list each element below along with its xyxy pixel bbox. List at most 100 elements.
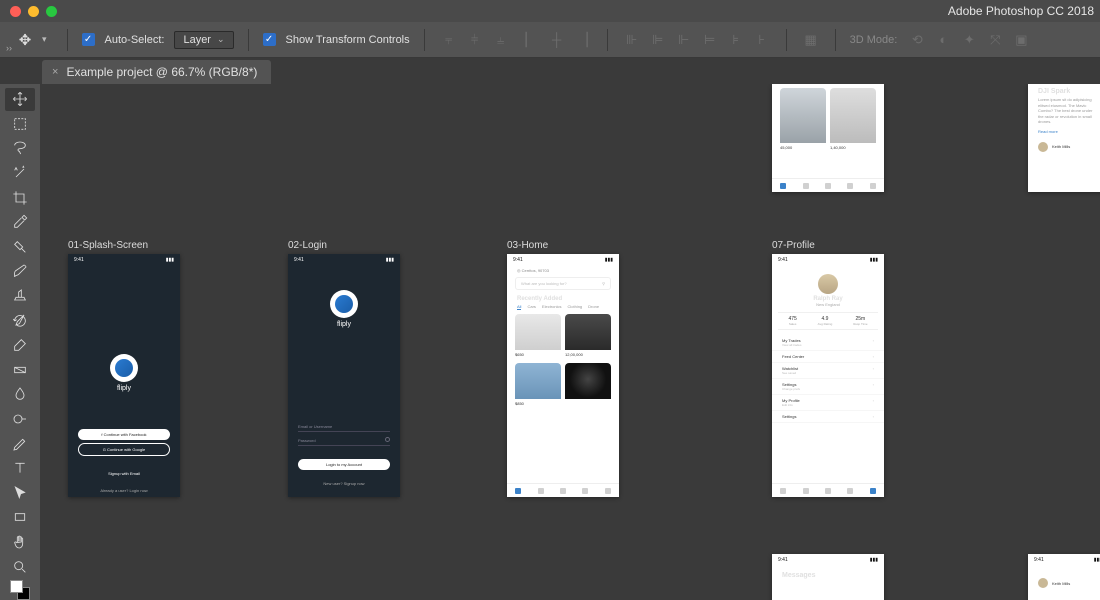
3d-pan-icon[interactable]: ✦: [959, 30, 979, 50]
product-card[interactable]: 12,00,000: [565, 314, 611, 359]
lasso-tool[interactable]: [5, 137, 35, 160]
pen-tool[interactable]: [5, 432, 35, 455]
tab-2-icon[interactable]: [538, 488, 544, 494]
profile-row-feed[interactable]: Feed Center›: [772, 351, 884, 363]
seller-row[interactable]: Keith Mills: [1028, 138, 1100, 156]
tab-1-icon[interactable]: [780, 488, 786, 494]
signup-now-link[interactable]: New user? Signup now: [288, 481, 400, 486]
artboard-partial-detail[interactable]: DJI Spark Lorem ipsum sit do adipisicing…: [1028, 84, 1100, 192]
artboard-login[interactable]: 9:41▮▮▮ fliply Email or Username Passwor…: [288, 254, 400, 497]
artboard-partial-messages[interactable]: 9:41▮▮▮ Messages: [772, 554, 884, 600]
path-select-tool[interactable]: [5, 482, 35, 505]
3d-orbit-icon[interactable]: ⟲: [907, 30, 927, 50]
distribute-1-icon[interactable]: ⊪: [622, 30, 642, 50]
search-input[interactable]: What are you looking for?⚲: [515, 277, 611, 290]
rectangle-tool[interactable]: [5, 506, 35, 529]
blur-tool[interactable]: [5, 383, 35, 406]
type-tool[interactable]: [5, 457, 35, 480]
minimize-window-button[interactable]: [28, 6, 39, 17]
location-text[interactable]: ◎ Cerritos, 90703: [507, 266, 619, 275]
auto-select-dropdown[interactable]: Layer ⌄: [174, 31, 233, 49]
login-button[interactable]: Login to my Account: [298, 459, 390, 470]
zoom-tool[interactable]: [5, 555, 35, 578]
align-left-icon[interactable]: ▏: [521, 30, 541, 50]
document-tab[interactable]: × Example project @ 66.7% (RGB/8*): [42, 60, 271, 84]
read-more-link[interactable]: Read more: [1028, 125, 1100, 138]
profile-row-watchlist[interactable]: WatchlistSee saved›: [772, 363, 884, 379]
continue-facebook-button[interactable]: f Continue with Facebook: [78, 429, 170, 440]
tab-2-icon[interactable]: [803, 183, 809, 189]
tab-3-icon[interactable]: [825, 488, 831, 494]
product-card[interactable]: 45,000: [780, 88, 826, 152]
align-bottom-icon[interactable]: ⫨: [491, 30, 511, 50]
tab-4-icon[interactable]: [847, 488, 853, 494]
tool-preset-chevron-icon[interactable]: ▾: [42, 34, 47, 45]
move-tool[interactable]: [5, 88, 35, 111]
product-card[interactable]: $650: [515, 314, 561, 359]
distribute-2-icon[interactable]: ⊫: [648, 30, 668, 50]
chip-electronics[interactable]: Electronics: [542, 304, 562, 310]
chip-clothing[interactable]: Clothing: [567, 304, 582, 310]
username-field[interactable]: Email or Username: [298, 422, 390, 432]
canvas[interactable]: 01-Splash-Screen 9:41▮▮▮ fliply f Contin…: [40, 84, 1100, 600]
close-window-button[interactable]: [10, 6, 21, 17]
tab-3-icon[interactable]: [560, 488, 566, 494]
brush-tool[interactable]: [5, 260, 35, 283]
tab-5-icon[interactable]: [870, 183, 876, 189]
marquee-tool[interactable]: [5, 113, 35, 136]
continue-google-button[interactable]: G Continue with Google: [78, 443, 170, 456]
artboard-profile[interactable]: 9:41▮▮▮ Ralph Ray New England 475Sales 4…: [772, 254, 884, 497]
tab-profile-icon[interactable]: [870, 488, 876, 494]
product-card[interactable]: [565, 363, 611, 408]
artboard-partial-bottom-right[interactable]: 9:41▮▮▮ Keith Mills: [1028, 554, 1100, 600]
seller-row[interactable]: Keith Mills: [1028, 566, 1100, 592]
distribute-3-icon[interactable]: ⊩: [674, 30, 694, 50]
artboard-splash[interactable]: 9:41▮▮▮ fliply f Continue with Facebook …: [68, 254, 180, 497]
chip-cars[interactable]: Cars: [527, 304, 535, 310]
tab-5-icon[interactable]: [605, 488, 611, 494]
artboard-label-splash[interactable]: 01-Splash-Screen: [68, 240, 148, 251]
distribute-6-icon[interactable]: ⊦: [752, 30, 772, 50]
password-field[interactable]: Password: [298, 436, 390, 446]
dodge-tool[interactable]: [5, 408, 35, 431]
spot-heal-tool[interactable]: [5, 236, 35, 259]
tab-3-icon[interactable]: [825, 183, 831, 189]
product-card[interactable]: $850: [515, 363, 561, 408]
artboard-label-home[interactable]: 03-Home: [507, 240, 548, 251]
login-now-link[interactable]: Already a user? Login now: [68, 488, 180, 493]
crop-tool[interactable]: [5, 186, 35, 209]
3d-camera-icon[interactable]: ▣: [1011, 30, 1031, 50]
fullscreen-window-button[interactable]: [46, 6, 57, 17]
distribute-5-icon[interactable]: ⊧: [726, 30, 746, 50]
tab-home-icon[interactable]: [515, 488, 521, 494]
profile-row-settings2[interactable]: Settings›: [772, 411, 884, 423]
align-vcenter-icon[interactable]: ⫩: [465, 30, 485, 50]
auto-select-checkbox[interactable]: ✓: [82, 33, 95, 46]
product-card[interactable]: 1,40,000: [830, 88, 876, 152]
tab-4-icon[interactable]: [847, 183, 853, 189]
profile-row-myprofile[interactable]: My ProfileEdit info›: [772, 395, 884, 411]
chip-all[interactable]: All: [517, 304, 521, 310]
magic-wand-tool[interactable]: [5, 162, 35, 185]
tab-1-icon[interactable]: [780, 183, 786, 189]
align-hcenter-icon[interactable]: ┼: [547, 30, 567, 50]
clone-stamp-tool[interactable]: [5, 285, 35, 308]
tab-4-icon[interactable]: [582, 488, 588, 494]
hand-tool[interactable]: [5, 531, 35, 554]
3d-slide-icon[interactable]: ⤧: [985, 30, 1005, 50]
gradient-tool[interactable]: [5, 359, 35, 382]
panel-toggle-icon[interactable]: ››: [6, 43, 12, 53]
artboard-home[interactable]: 9:41▮▮▮ ◎ Cerritos, 90703 What are you l…: [507, 254, 619, 497]
color-swatch[interactable]: [5, 580, 35, 600]
eraser-tool[interactable]: [5, 334, 35, 357]
artboard-label-profile[interactable]: 07-Profile: [772, 240, 815, 251]
align-right-icon[interactable]: ▕: [573, 30, 593, 50]
distribute-4-icon[interactable]: ⊨: [700, 30, 720, 50]
profile-row-trades[interactable]: My TradesView all trades›: [772, 335, 884, 351]
artboard-label-login[interactable]: 02-Login: [288, 240, 327, 251]
transform-controls-checkbox[interactable]: ✓: [263, 33, 276, 46]
auto-align-icon[interactable]: ▦: [801, 30, 821, 50]
align-top-icon[interactable]: ⫧: [439, 30, 459, 50]
show-password-icon[interactable]: [385, 437, 390, 442]
profile-row-settings[interactable]: SettingsChange prefs›: [772, 379, 884, 395]
